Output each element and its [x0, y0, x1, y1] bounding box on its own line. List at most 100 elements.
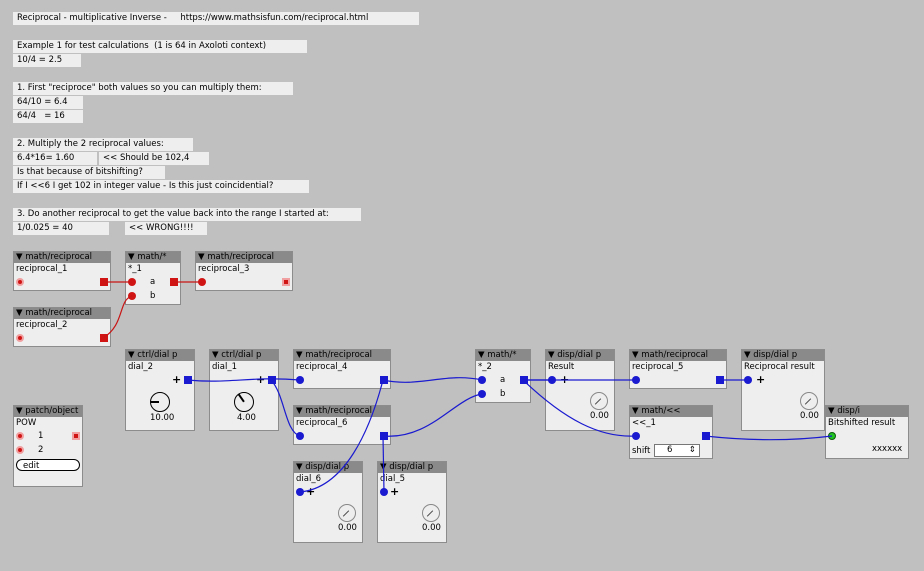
- comment-line: 64/4 = 16: [13, 110, 83, 123]
- plus-icon: +: [390, 485, 400, 498]
- object-type-label[interactable]: ▼ disp/dial p: [294, 462, 362, 473]
- object-type-label[interactable]: ▼ math/reciprocal: [196, 252, 292, 263]
- outlet-port[interactable]: [72, 432, 80, 440]
- object-multiply-2[interactable]: ▼ math/* *_2 a b: [475, 349, 531, 403]
- shift-param-label: shift: [632, 446, 651, 456]
- object-shift-left[interactable]: ▼ math/<< <<_1 shift 6 ⇕: [629, 405, 713, 459]
- outlet-port[interactable]: [100, 278, 108, 286]
- object-display-reciprocal-result[interactable]: ▼ disp/dial p Reciprocal result + 0.00: [741, 349, 825, 431]
- inlet-port-a[interactable]: [478, 376, 486, 384]
- outlet-port[interactable]: [184, 376, 192, 384]
- plus-icon: +: [560, 373, 570, 386]
- object-reciprocal-3[interactable]: ▼ math/reciprocal reciprocal_3: [195, 251, 293, 291]
- object-type-label[interactable]: ▼ math/reciprocal: [294, 406, 390, 417]
- object-reciprocal-1[interactable]: ▼ math/reciprocal reciprocal_1: [13, 251, 111, 291]
- comment-line: If I <<6 I get 102 in integer value - Is…: [13, 180, 309, 193]
- spinner-arrows-icon[interactable]: ⇕: [689, 445, 696, 456]
- inlet-port-b[interactable]: [478, 390, 486, 398]
- shift-value[interactable]: 6: [667, 445, 672, 455]
- shift-spinbox[interactable]: 6 ⇕: [654, 444, 700, 457]
- object-instance-name: dial_5: [380, 474, 405, 484]
- inlet-port[interactable]: [16, 334, 24, 342]
- wire[interactable]: [382, 393, 483, 437]
- inlet-port-a[interactable]: [128, 278, 136, 286]
- comment-line: 6.4*16= 1.60: [13, 152, 97, 165]
- edit-button[interactable]: edit: [16, 459, 80, 471]
- wire[interactable]: [382, 377, 483, 383]
- inlet-port-b[interactable]: [128, 292, 136, 300]
- object-instance-name: reciprocal_4: [296, 362, 348, 372]
- object-type-label[interactable]: ▼ disp/dial p: [378, 462, 446, 473]
- object-multiply-1[interactable]: ▼ math/* *_1 a b: [125, 251, 181, 305]
- outlet-port[interactable]: [268, 376, 276, 384]
- object-type-label[interactable]: ▼ disp/dial p: [742, 350, 824, 361]
- object-type-label[interactable]: ▼ math/reciprocal: [630, 350, 726, 361]
- comment-title: Reciprocal - multiplicative Inverse - ht…: [13, 12, 419, 25]
- object-type-label[interactable]: ▼ patch/object: [14, 406, 82, 417]
- inlet-label-a: a: [500, 375, 506, 385]
- object-type-label[interactable]: ▼ ctrl/dial p: [126, 350, 194, 361]
- inlet-port[interactable]: [16, 278, 24, 286]
- inlet-port[interactable]: [548, 376, 556, 384]
- outlet-port[interactable]: [716, 376, 724, 384]
- object-type-label[interactable]: ▼ disp/dial p: [546, 350, 614, 361]
- plus-icon: +: [172, 373, 182, 386]
- inlet-port-2[interactable]: [16, 446, 24, 454]
- object-display-dial-6[interactable]: ▼ disp/dial p dial_6 + 0.00: [293, 461, 363, 543]
- object-instance-name: reciprocal_2: [16, 320, 68, 330]
- comment-example: Example 1 for test calculations (1 is 64…: [13, 40, 307, 53]
- object-display-dial-5[interactable]: ▼ disp/dial p dial_5 + 0.00: [377, 461, 447, 543]
- object-instance-name: Reciprocal result: [744, 362, 815, 372]
- outlet-port[interactable]: [170, 278, 178, 286]
- dial-knob[interactable]: [150, 392, 170, 412]
- outlet-port[interactable]: [520, 376, 528, 384]
- object-type-label[interactable]: ▼ math/reciprocal: [294, 350, 390, 361]
- wire[interactable]: [704, 435, 833, 441]
- object-instance-name: dial_6: [296, 474, 321, 484]
- inlet-label-1: 1: [38, 431, 44, 441]
- object-reciprocal-4[interactable]: ▼ math/reciprocal reciprocal_4: [293, 349, 391, 389]
- inlet-port[interactable]: [296, 488, 304, 496]
- object-reciprocal-2[interactable]: ▼ math/reciprocal reciprocal_2: [13, 307, 111, 347]
- inlet-port-1[interactable]: [16, 432, 24, 440]
- object-type-label[interactable]: ▼ math/reciprocal: [14, 252, 110, 263]
- comment-line: 64/10 = 6.4: [13, 96, 83, 109]
- display-dial: [422, 504, 440, 522]
- comment-line: << Should be 102,4: [99, 152, 209, 165]
- outlet-port[interactable]: [702, 432, 710, 440]
- object-reciprocal-5[interactable]: ▼ math/reciprocal reciprocal_5: [629, 349, 727, 389]
- object-dial-1[interactable]: ▼ ctrl/dial p dial_1 + 4.00: [209, 349, 279, 431]
- object-display-result[interactable]: ▼ disp/dial p Result + 0.00: [545, 349, 615, 431]
- inlet-port[interactable]: [296, 432, 304, 440]
- inlet-port[interactable]: [296, 376, 304, 384]
- plus-icon: +: [756, 373, 766, 386]
- object-type-label[interactable]: ▼ math/reciprocal: [14, 308, 110, 319]
- comment-line: 1/0.025 = 40: [13, 222, 109, 235]
- inlet-port[interactable]: [828, 432, 836, 440]
- object-type-label[interactable]: ▼ math/<<: [630, 406, 712, 417]
- inlet-port[interactable]: [198, 278, 206, 286]
- object-type-label[interactable]: ▼ disp/i: [826, 406, 908, 417]
- outlet-port[interactable]: [380, 432, 388, 440]
- display-dial: [800, 392, 818, 410]
- inlet-port[interactable]: [744, 376, 752, 384]
- object-display-bitshifted-result[interactable]: ▼ disp/i Bitshifted result xxxxxx: [825, 405, 909, 459]
- dial-knob[interactable]: [234, 392, 254, 412]
- object-instance-name: *_2: [478, 362, 492, 372]
- inlet-port[interactable]: [380, 488, 388, 496]
- object-reciprocal-6[interactable]: ▼ math/reciprocal reciprocal_6: [293, 405, 391, 445]
- outlet-port[interactable]: [100, 334, 108, 342]
- outlet-port[interactable]: [282, 278, 290, 286]
- object-type-label[interactable]: ▼ math/*: [126, 252, 180, 263]
- object-instance-name: POW: [16, 418, 37, 428]
- object-dial-2[interactable]: ▼ ctrl/dial p dial_2 + 10.00: [125, 349, 195, 431]
- object-type-label[interactable]: ▼ math/*: [476, 350, 530, 361]
- inlet-label-a: a: [150, 277, 156, 287]
- object-type-label[interactable]: ▼ ctrl/dial p: [210, 350, 278, 361]
- object-patch-pow[interactable]: ▼ patch/object POW 1 2 edit: [13, 405, 83, 487]
- inlet-port[interactable]: [632, 376, 640, 384]
- inlet-port[interactable]: [632, 432, 640, 440]
- inlet-label-b: b: [150, 291, 156, 301]
- object-instance-name: dial_1: [212, 362, 237, 372]
- outlet-port[interactable]: [380, 376, 388, 384]
